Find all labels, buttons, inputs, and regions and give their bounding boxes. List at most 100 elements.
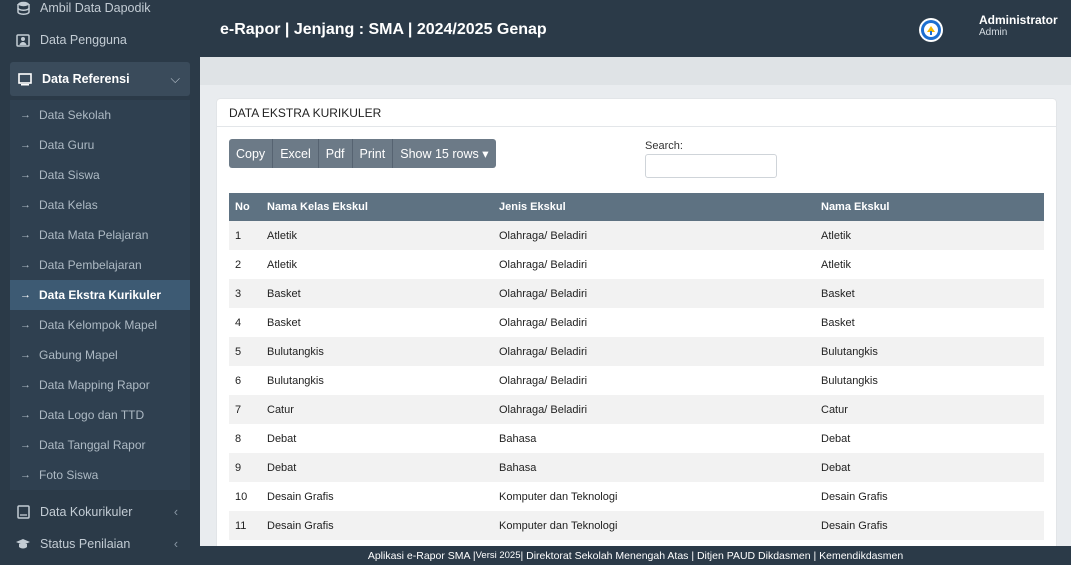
arrow-right-icon: → <box>20 409 31 421</box>
cell-nama-kelas: Bulutangkis <box>267 374 324 387</box>
cell-jenis: Olahraga/ Beladiri <box>499 345 588 358</box>
arrow-right-icon: → <box>20 289 31 301</box>
sidebar-item-ambil-data-dapodik[interactable]: Ambil Data Dapodik <box>0 0 200 24</box>
app-title: e-Rapor | Jenjang : SMA | 2024/2025 Gena… <box>220 21 547 38</box>
column-header-nama-ekskul[interactable]: Nama Ekskul <box>815 193 1044 221</box>
sidebar-item-data-kokurikuler[interactable]: Data Kokurikuler ‹ <box>0 496 200 528</box>
sidebar-item-label: Foto Siswa <box>39 468 99 482</box>
graduation-icon <box>16 537 30 551</box>
sidebar-item-data-kelompok-mapel[interactable]: → Data Kelompok Mapel <box>10 310 190 340</box>
print-button[interactable]: Print <box>352 139 394 168</box>
card-title: DATA EKSTRA KURIKULER <box>217 99 1056 127</box>
user-name[interactable]: Administrator <box>979 13 1058 27</box>
cell-nama-ekskul: Catur <box>821 403 848 416</box>
arrow-right-icon: → <box>20 169 31 181</box>
sidebar-item-data-kelas[interactable]: → Data Kelas <box>10 190 190 220</box>
column-header-jenis-ekskul[interactable]: Jenis Ekskul <box>493 193 815 221</box>
copy-button[interactable]: Copy <box>229 139 274 168</box>
cell-no: 3 <box>235 287 242 300</box>
search-label: Search: <box>645 140 683 152</box>
user-card-icon <box>16 33 30 47</box>
sidebar-group-data-referensi[interactable]: Data Referensi ⌵ <box>10 62 190 96</box>
sidebar-item-label: Data Kelompok Mapel <box>39 318 158 332</box>
sidebar-item-label: Data Tanggal Rapor <box>39 438 146 452</box>
sidebar-item-data-mapping-rapor[interactable]: → Data Mapping Rapor <box>10 370 190 400</box>
sidebar-item-data-pembelajaran[interactable]: → Data Pembelajaran <box>10 250 190 280</box>
cell-nama-kelas: Desain Grafis <box>267 490 334 503</box>
arrow-right-icon: → <box>20 349 31 361</box>
ekskul-card: DATA EKSTRA KURIKULER Copy Excel Pdf Pri… <box>217 99 1056 565</box>
arrow-right-icon: → <box>20 109 31 121</box>
sidebar-item-data-siswa[interactable]: → Data Siswa <box>10 160 190 190</box>
sidebar-item-label: Ambil Data Dapodik <box>40 1 151 15</box>
arrow-right-icon: → <box>20 469 31 481</box>
excel-button[interactable]: Excel <box>273 139 319 168</box>
monitor-icon <box>18 72 32 86</box>
column-header-nama-kelas-ekskul[interactable]: Nama Kelas Ekskul <box>261 193 493 221</box>
sidebar-submenu: → Data Sekolah → Data Guru → Data Siswa → Da… <box>10 100 190 490</box>
cell-nama-ekskul: Atletik <box>821 229 851 242</box>
sidebar-item-label: Data Siswa <box>39 168 100 182</box>
sidebar-item-gabung-mapel[interactable]: → Gabung Mapel <box>10 340 190 370</box>
table-row: 7 Catur Olahraga/ Beladiri Catur <box>229 395 1044 424</box>
cell-no: 7 <box>235 403 242 416</box>
cell-jenis: Bahasa <box>499 432 537 445</box>
cell-jenis: Olahraga/ Beladiri <box>499 258 588 271</box>
cell-nama-ekskul: Basket <box>821 287 855 300</box>
cell-jenis: Komputer dan Teknologi <box>499 519 618 532</box>
sidebar-item-data-pengguna[interactable]: Data Pengguna <box>0 24 200 56</box>
cell-nama-ekskul: Basket <box>821 316 855 329</box>
cell-nama-kelas: Debat <box>267 432 297 445</box>
sidebar-item-label: Gabung Mapel <box>39 348 118 362</box>
chevron-left-icon: ‹ <box>173 537 178 551</box>
sidebar-item-data-ekstra-kurikuler[interactable]: → Data Ekstra Kurikuler <box>10 280 190 310</box>
table-row: 8 Debat Bahasa Debat <box>229 424 1044 453</box>
pdf-button[interactable]: Pdf <box>318 139 353 168</box>
table-header-row: No Nama Kelas Ekskul Jenis Ekskul Nama E… <box>229 193 1044 221</box>
cell-nama-kelas: Bulutangkis <box>267 345 324 358</box>
sidebar-item-data-sekolah[interactable]: → Data Sekolah <box>10 100 190 130</box>
column-header-no[interactable]: No <box>229 193 261 221</box>
tut-wuri-logo-icon <box>921 20 941 40</box>
cell-nama-kelas: Atletik <box>267 258 297 271</box>
user-role: Admin <box>979 27 1008 38</box>
arrow-right-icon: → <box>20 139 31 151</box>
cell-jenis: Olahraga/ Beladiri <box>499 316 588 329</box>
sidebar-item-status-penilaian[interactable]: Status Penilaian ‹ <box>0 528 200 560</box>
sidebar-item-label: Data Logo dan TTD <box>39 408 145 422</box>
sidebar-item-label: Data Mapping Rapor <box>39 378 150 392</box>
sidebar-item-label: Data Sekolah <box>39 108 112 122</box>
chevron-left-icon: ‹ <box>173 505 178 519</box>
cell-nama-ekskul: Atletik <box>821 258 851 271</box>
top-navbar: e-Rapor | Jenjang : SMA | 2024/2025 Gena… <box>200 0 1071 57</box>
table-row: 5 Bulutangkis Olahraga/ Beladiri Bulutangki… <box>229 337 1044 366</box>
book-icon <box>16 505 30 519</box>
sidebar-item-data-logo-dan-ttd[interactable]: → Data Logo dan TTD <box>10 400 190 430</box>
page-length-button[interactable]: Show 15 rows ▾ <box>393 139 496 168</box>
cell-no: 6 <box>235 374 242 387</box>
cell-jenis: Olahraga/ Beladiri <box>499 287 588 300</box>
chevron-down-icon: ⌵ <box>170 71 180 86</box>
sidebar-item-label: Status Penilaian <box>40 537 131 551</box>
arrow-right-icon: → <box>20 259 31 271</box>
cell-jenis: Olahraga/ Beladiri <box>499 403 588 416</box>
sidebar-item-data-tanggal-rapor[interactable]: → Data Tanggal Rapor <box>10 430 190 460</box>
cell-nama-ekskul: Desain Grafis <box>821 519 888 532</box>
sidebar-group-label: Data Referensi <box>42 72 130 86</box>
sidebar-item-data-guru[interactable]: → Data Guru <box>10 130 190 160</box>
sidebar-item-data-mata-pelajaran[interactable]: → Data Mata Pelajaran <box>10 220 190 250</box>
table-row: 6 Bulutangkis Olahraga/ Beladiri Bulutangki… <box>229 366 1044 395</box>
cell-no: 5 <box>235 345 242 358</box>
cell-no: 11 <box>235 519 247 532</box>
sidebar-item-label: Data Guru <box>39 138 95 152</box>
sidebar-item-label: Data Kokurikuler <box>40 505 133 519</box>
arrow-right-icon: → <box>20 379 31 391</box>
table-row: 1 Atletik Olahraga/ Beladiri Atletik <box>229 221 1044 250</box>
sidebar-item-foto-siswa[interactable]: → Foto Siswa <box>10 460 190 490</box>
user-avatar[interactable] <box>919 18 943 42</box>
table-row: 2 Atletik Olahraga/ Beladiri Atletik <box>229 250 1044 279</box>
search-input[interactable] <box>645 154 777 178</box>
footer: Aplikasi e-Rapor SMA | Versi 2025 | Dire… <box>200 546 1071 565</box>
ekskul-table: No Nama Kelas Ekskul Jenis Ekskul Nama E… <box>229 193 1044 540</box>
footer-app-name: Aplikasi e-Rapor SMA | <box>367 549 476 562</box>
